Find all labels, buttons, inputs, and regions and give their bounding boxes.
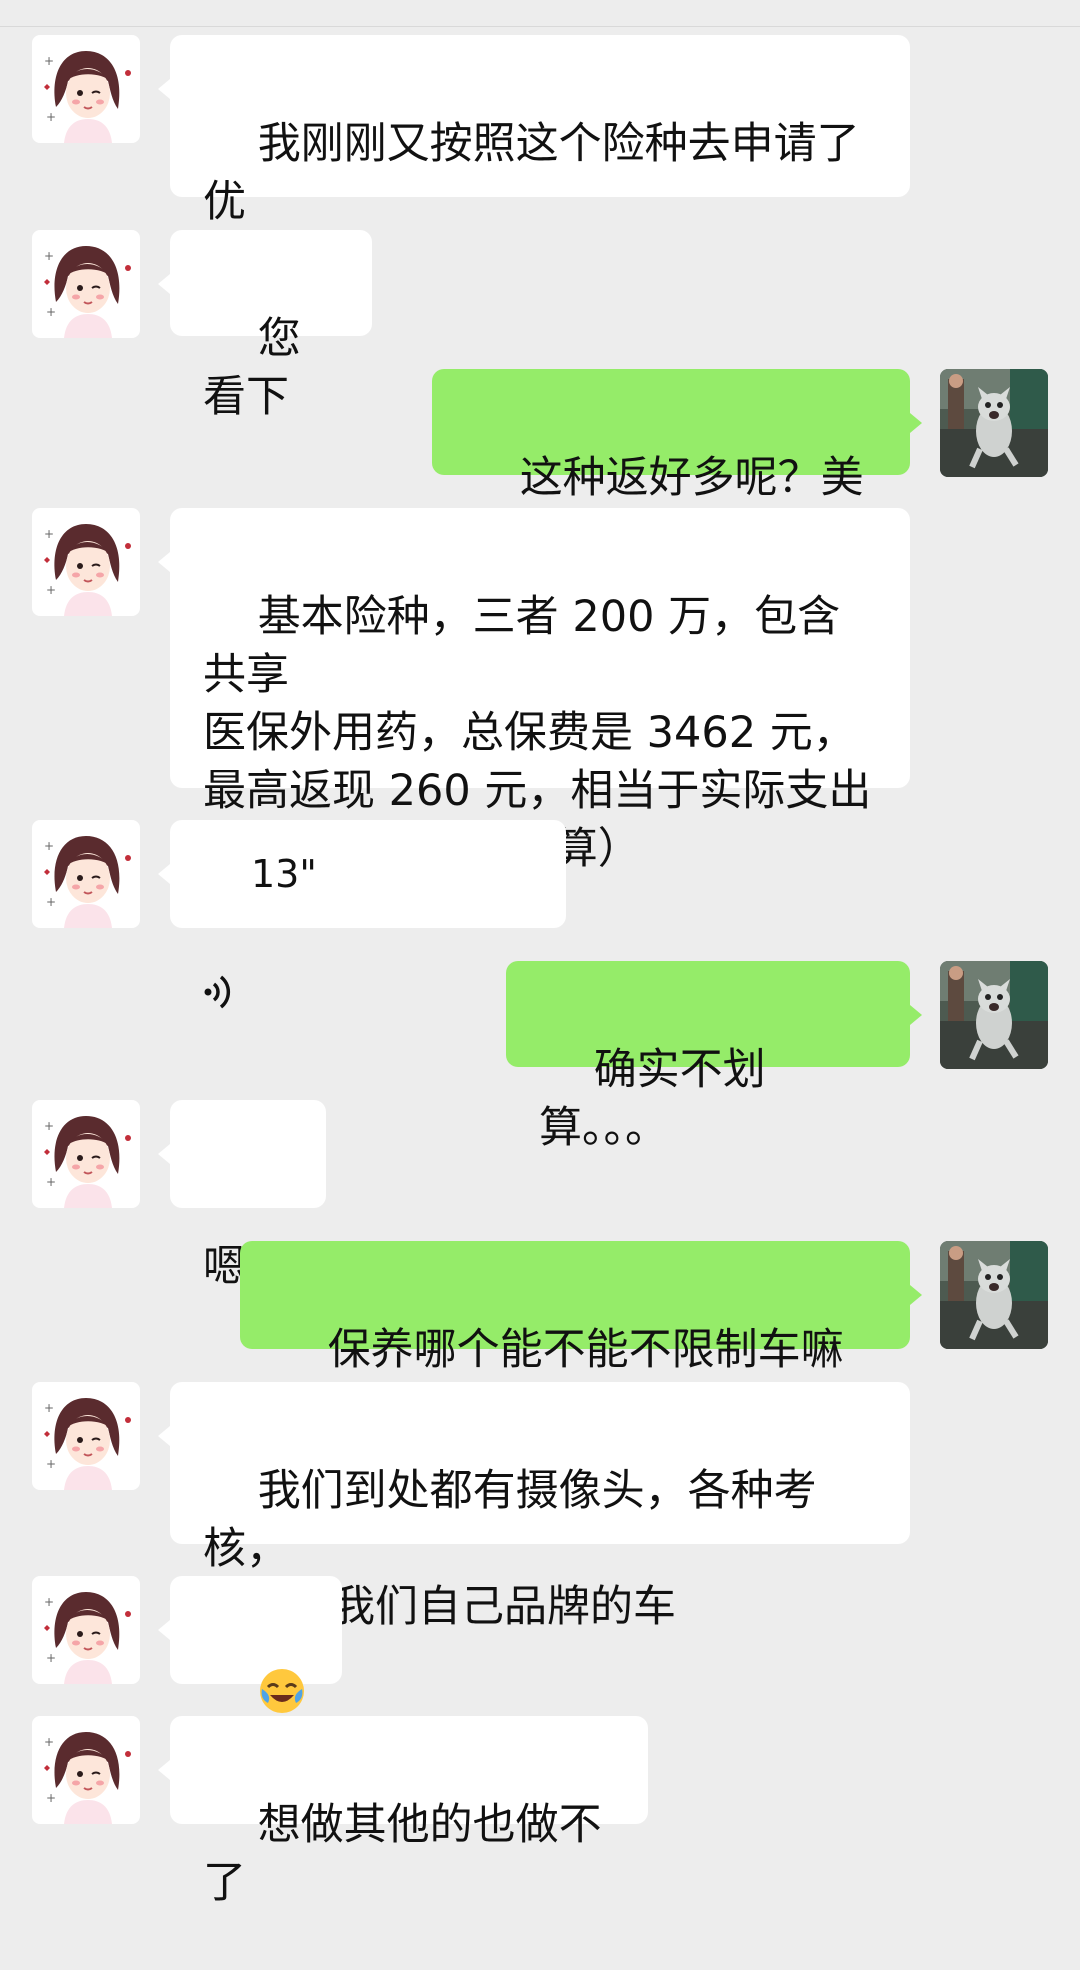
svg-text:+: +: [46, 583, 56, 597]
girl-cartoon-avatar: + +: [32, 1382, 140, 1490]
svg-text:+: +: [44, 1401, 54, 1415]
message-text: 保养哪个能不能不限制车嘛: [327, 1325, 844, 1375]
svg-text:+: +: [46, 1791, 56, 1805]
voice-wave-icon: [203, 854, 233, 1009]
svg-text:+: +: [46, 1651, 56, 1665]
message-text: 您看下: [203, 314, 301, 422]
svg-text:+: +: [46, 1175, 56, 1189]
cat-photo-avatar: [940, 1241, 1048, 1349]
svg-text:+: +: [46, 1457, 56, 1471]
crying-laughing-emoji: [258, 1667, 306, 1715]
girl-cartoon-avatar: + +: [32, 230, 140, 338]
message-text: 确实不划算。。。: [539, 1045, 766, 1153]
girl-cartoon-avatar: + +: [32, 1576, 140, 1684]
svg-text:+: +: [46, 305, 56, 319]
svg-text:+: +: [46, 110, 56, 124]
girl-cartoon-avatar: + +: [32, 508, 140, 616]
my-avatar[interactable]: [940, 369, 1048, 477]
chat-view: + + 我刚刚又按照这个险种去申请了优 惠 + + 您看下: [0, 0, 1080, 1908]
svg-text:+: +: [44, 1735, 54, 1749]
message-bubble-incoming[interactable]: 基本险种，三者 200 万，包含共享 医保外用药，总保费是 3462 元， 最高…: [158, 508, 910, 874]
contact-avatar[interactable]: + +: [32, 35, 140, 143]
contact-avatar[interactable]: + +: [32, 1716, 140, 1824]
contact-avatar[interactable]: + +: [32, 1576, 140, 1684]
message-bubble-incoming[interactable]: 您看下: [158, 230, 372, 422]
message-bubble-incoming[interactable]: 我们到处都有摄像头，各种考核， 只能做我们自己品牌的车: [158, 1382, 910, 1632]
message-bubble-outgoing[interactable]: 保养哪个能不能不限制车嘛: [240, 1241, 922, 1428]
message-bubble-outgoing[interactable]: 这种返好多呢？美女: [432, 369, 922, 561]
message-bubble-incoming[interactable]: 我刚刚又按照这个险种去申请了优 惠: [158, 35, 910, 285]
contact-avatar[interactable]: + +: [32, 1100, 140, 1208]
cat-photo-avatar: [940, 369, 1048, 477]
voice-duration: 13": [251, 852, 317, 896]
cat-photo-avatar: [940, 961, 1048, 1069]
contact-avatar[interactable]: + +: [32, 230, 140, 338]
contact-avatar[interactable]: + +: [32, 508, 140, 616]
girl-cartoon-avatar: + +: [32, 1100, 140, 1208]
top-divider: [0, 26, 1080, 27]
contact-avatar[interactable]: + +: [32, 820, 140, 928]
svg-text:+: +: [44, 1595, 54, 1609]
svg-text:+: +: [44, 249, 54, 263]
svg-text:+: +: [44, 54, 54, 68]
voice-message-bubble[interactable]: 13": [158, 820, 566, 1009]
message-bubble-outgoing[interactable]: 确实不划算。。。: [506, 961, 922, 1153]
girl-cartoon-avatar: + +: [32, 820, 140, 928]
svg-text:+: +: [44, 1119, 54, 1133]
svg-text:+: +: [46, 895, 56, 909]
message-text: 想做其他的也做不了: [203, 1800, 602, 1908]
message-bubble-incoming[interactable]: [158, 1576, 342, 1771]
contact-avatar[interactable]: + +: [32, 1382, 140, 1490]
svg-text:+: +: [44, 839, 54, 853]
my-avatar[interactable]: [940, 1241, 1048, 1349]
girl-cartoon-avatar: + +: [32, 35, 140, 143]
message-bubble-incoming[interactable]: 想做其他的也做不了: [158, 1716, 648, 1908]
svg-text:+: +: [44, 527, 54, 541]
girl-cartoon-avatar: + +: [32, 1716, 140, 1824]
my-avatar[interactable]: [940, 961, 1048, 1069]
message-bubble-incoming[interactable]: 嗯嗯: [158, 1100, 326, 1292]
